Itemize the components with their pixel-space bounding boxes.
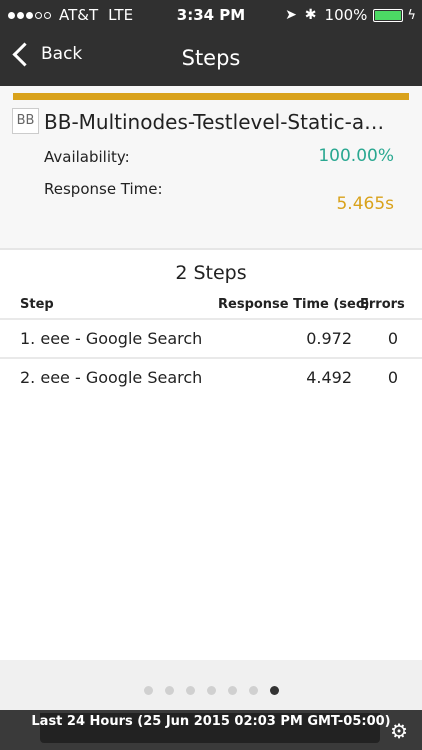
page-dot[interactable] (269, 686, 279, 695)
availability-value: 100.00% (318, 146, 394, 166)
charging-icon: ϟ (407, 7, 416, 23)
page-indicator[interactable] (0, 680, 422, 699)
step-response-time: 4.492 (306, 368, 352, 387)
page-dot[interactable] (143, 686, 153, 695)
bluetooth-icon: ✱ (304, 7, 317, 23)
availability-label: Availability: (44, 148, 130, 166)
battery-percent: 100% (324, 6, 368, 24)
table-row[interactable]: 2. eee - Google Search 4.492 0 (0, 357, 422, 397)
page-dot[interactable] (164, 686, 174, 695)
page-dot[interactable] (248, 686, 258, 695)
page-dot[interactable] (227, 686, 237, 695)
monitor-summary: BB BB-Multinodes-Testlevel-Static-a… Ava… (0, 86, 422, 248)
step-errors: 0 (387, 368, 398, 387)
table-row[interactable]: 1. eee - Google Search 0.972 0 (0, 318, 422, 358)
step-errors: 0 (387, 329, 398, 348)
page-dot[interactable] (206, 686, 216, 695)
section-divider (0, 248, 422, 250)
status-bar-indicator (13, 93, 409, 100)
response-time-label: Response Time: (44, 180, 163, 198)
response-time-value: 5.465s (336, 194, 394, 214)
monitor-name: BB-Multinodes-Testlevel-Static-a… (44, 110, 385, 134)
status-right: ➤ ✱ 100% ϟ (285, 6, 416, 24)
steps-count-title: 2 Steps (175, 262, 247, 284)
page-dot[interactable] (185, 686, 195, 695)
footer-bar: Last 24 Hours (25 Jun 2015 02:03 PM GMT-… (0, 710, 422, 750)
page-title: Steps (181, 46, 241, 70)
column-header-errors: Errors (360, 297, 405, 312)
column-header-step: Step (20, 297, 54, 312)
status-bar: AT&T LTE 3:34 PM ➤ ✱ 100% ϟ (0, 0, 422, 30)
navigation-bar: Back Steps (0, 30, 422, 86)
step-name: 1. eee - Google Search (20, 329, 203, 348)
step-name: 2. eee - Google Search (20, 368, 203, 387)
time-range-label: Last 24 Hours (25 Jun 2015 02:03 PM GMT-… (31, 714, 391, 729)
column-header-response-time: Response Time (sec) (218, 297, 370, 312)
monitor-icon: BB (12, 108, 39, 134)
step-response-time: 0.972 (306, 329, 352, 348)
location-icon: ➤ (285, 7, 297, 23)
battery-icon (373, 8, 404, 22)
gear-icon[interactable]: ⚙ (390, 719, 408, 743)
